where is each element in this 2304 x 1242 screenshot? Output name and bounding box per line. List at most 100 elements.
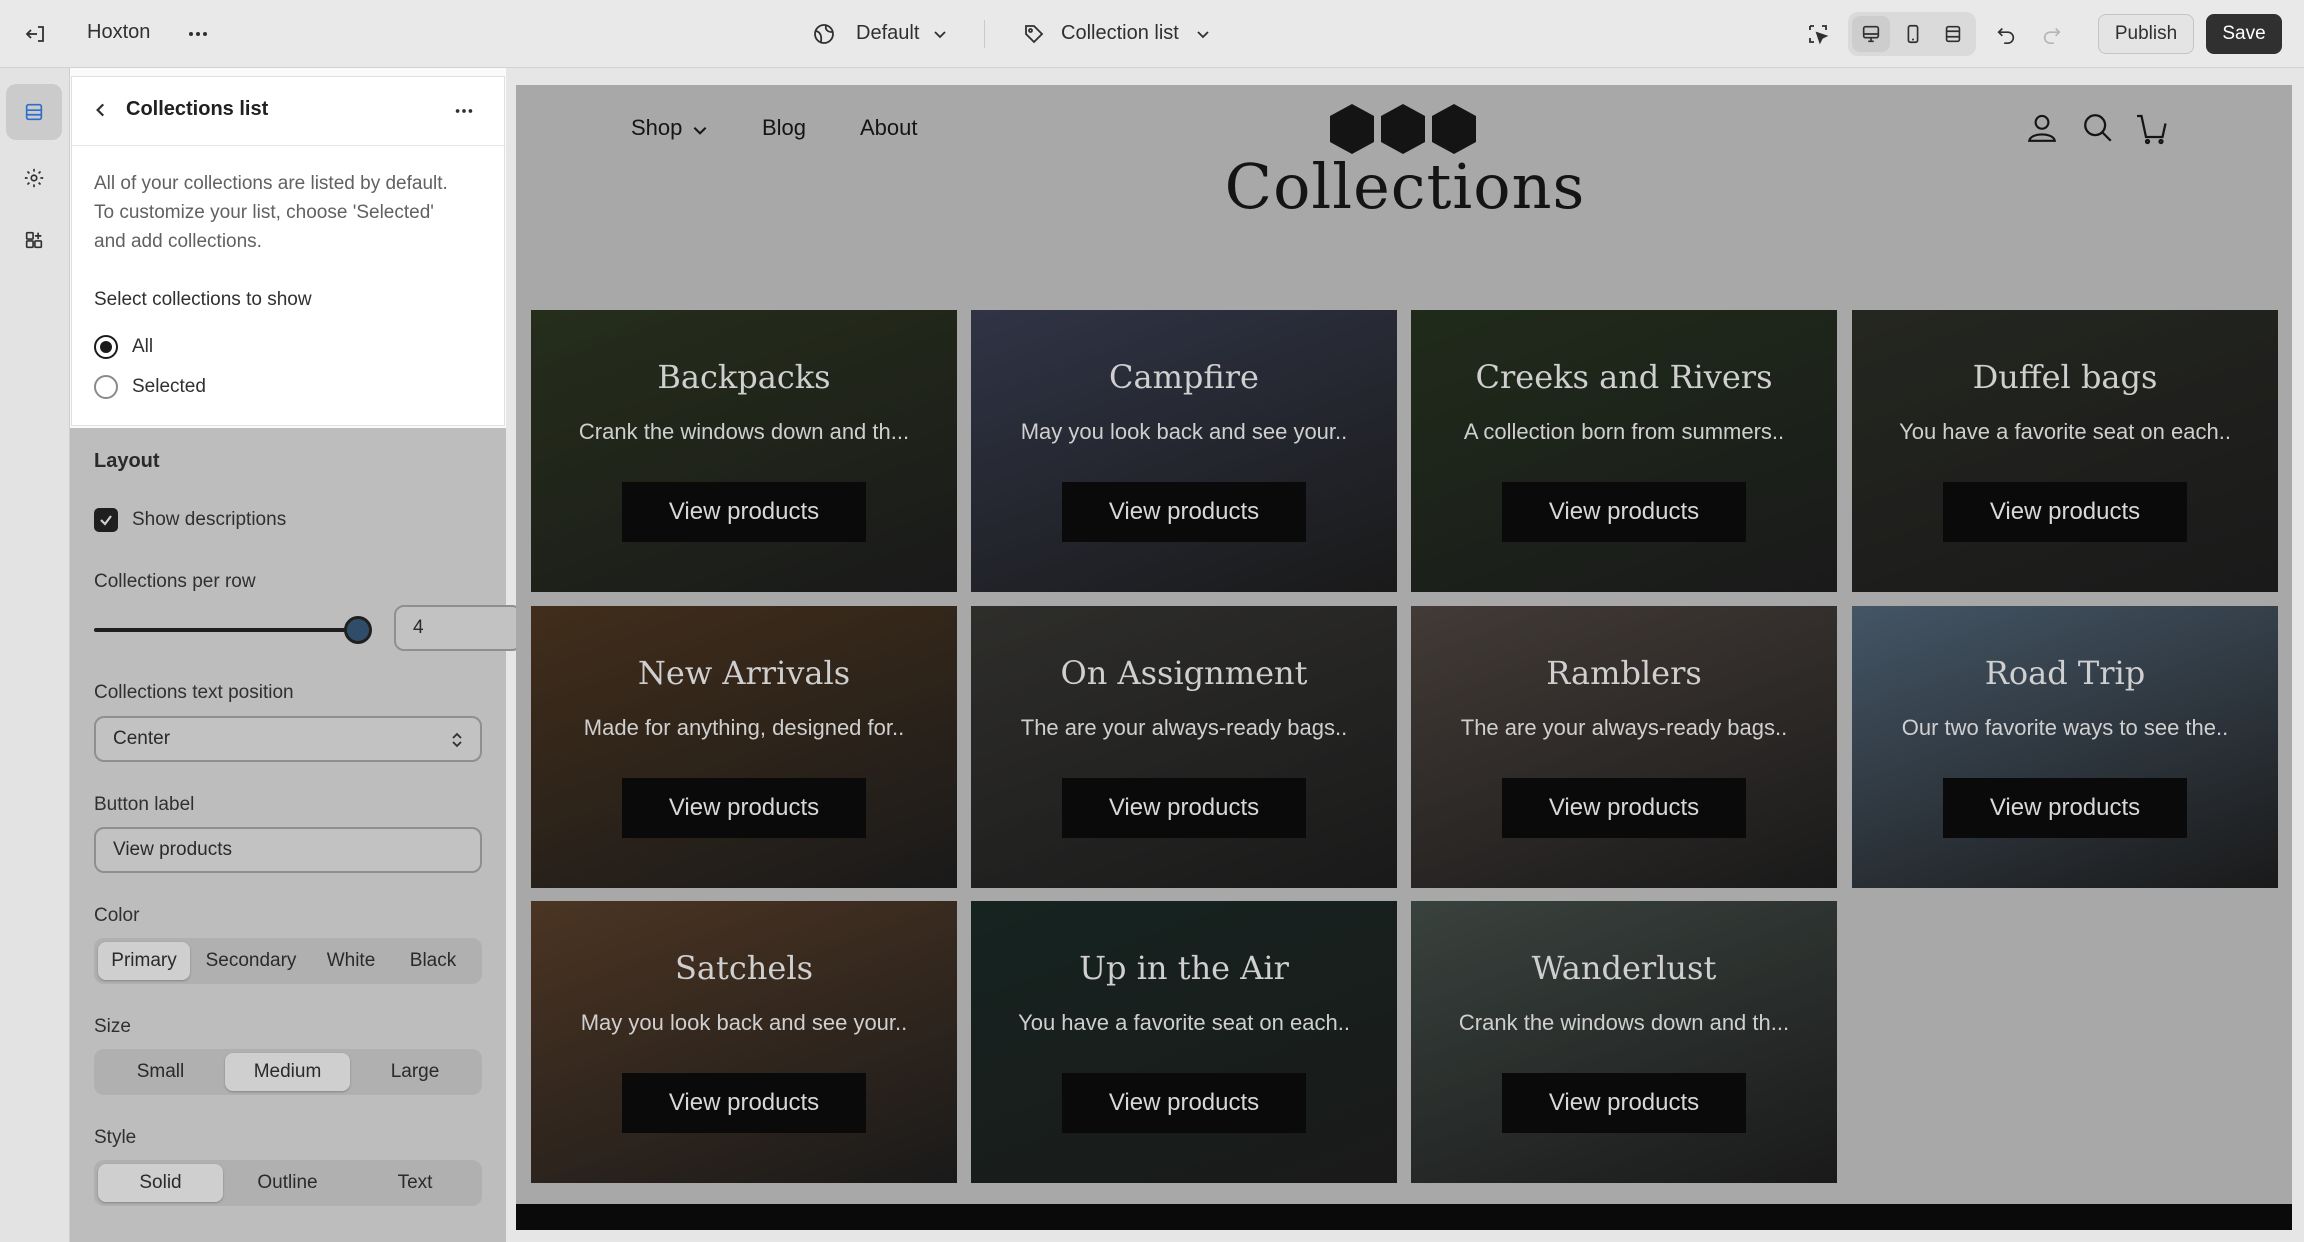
panel-title: Collections list [126, 98, 269, 120]
radio-all[interactable] [94, 335, 118, 359]
divider [72, 145, 506, 146]
mobile-view-icon[interactable] [1894, 16, 1932, 52]
store-name: Hoxton [87, 21, 151, 43]
theme-globe-icon[interactable] [808, 18, 840, 50]
style-option-outline[interactable]: Outline [225, 1164, 350, 1202]
per-row-slider-track[interactable] [94, 628, 358, 632]
view-products-button[interactable]: View products [622, 778, 866, 838]
style-segmented-control: Solid Outline Text [94, 1160, 482, 1206]
size-option-large[interactable]: Large [352, 1053, 478, 1091]
radio-selected[interactable] [94, 375, 118, 399]
view-products-button[interactable]: View products [1062, 1073, 1306, 1133]
view-products-button[interactable]: View products [1062, 482, 1306, 542]
show-descriptions-checkbox[interactable] [94, 508, 118, 532]
collection-card[interactable]: Campfire May you look back and see your..… [971, 310, 1397, 592]
sections-icon[interactable] [6, 84, 62, 140]
more-options-icon[interactable] [180, 16, 216, 52]
collection-description: Made for anything, designed for.. [583, 715, 905, 740]
chevron-down-icon[interactable] [928, 22, 952, 46]
text-position-select[interactable]: Center [94, 716, 482, 762]
collection-title: Wanderlust [1531, 949, 1717, 987]
image-overlay [1411, 310, 1837, 592]
fullwidth-view-icon[interactable] [1934, 16, 1972, 52]
inspector-icon[interactable] [1800, 16, 1836, 52]
view-products-button[interactable]: View products [622, 1073, 866, 1133]
collection-card[interactable]: New Arrivals Made for anything, designed … [531, 606, 957, 888]
radio-selected-label: Selected [132, 376, 206, 397]
desktop-view-icon[interactable] [1852, 16, 1890, 52]
chevron-down-icon[interactable] [1191, 22, 1215, 46]
button-label-label: Button label [94, 794, 195, 815]
size-option-medium[interactable]: Medium [225, 1053, 350, 1091]
select-collections-label: Select collections to show [94, 289, 312, 310]
chevron-down-icon[interactable] [688, 118, 712, 142]
collection-title: Campfire [1109, 358, 1259, 396]
collection-title: On Assignment [1060, 654, 1308, 692]
view-products-button[interactable]: View products [1062, 778, 1306, 838]
color-option-white[interactable]: White [312, 942, 390, 980]
style-option-text[interactable]: Text [352, 1164, 478, 1202]
select-chevrons-icon [448, 730, 466, 750]
account-icon[interactable] [2022, 108, 2062, 148]
image-overlay [531, 606, 957, 888]
help-text-line-1: All of your collections are listed by de… [94, 173, 448, 194]
collection-description: Crank the windows down and th... [578, 419, 910, 444]
exit-icon[interactable] [18, 16, 54, 52]
more-options-icon[interactable] [446, 93, 482, 129]
nav-blog[interactable]: Blog [762, 115, 806, 141]
style-option-solid[interactable]: Solid [98, 1164, 223, 1202]
collection-card[interactable]: Duffel bags You have a favorite seat on e… [1852, 310, 2278, 592]
nav-shop[interactable]: Shop [631, 115, 682, 141]
collection-card[interactable]: On Assignment The are your always-ready b… [971, 606, 1397, 888]
button-label-input[interactable]: View products [94, 827, 482, 873]
view-products-button[interactable]: View products [1502, 778, 1746, 838]
search-icon[interactable] [2078, 108, 2118, 148]
collection-card[interactable]: Wanderlust Crank the windows down and th.… [1411, 901, 1837, 1183]
image-overlay [1411, 606, 1837, 888]
per-row-input[interactable]: 4 [394, 605, 522, 651]
collection-card[interactable]: Road Trip Our two favorite ways to see th… [1852, 606, 2278, 888]
collection-card[interactable]: Up in the Air You have a favorite seat on… [971, 901, 1397, 1183]
collection-title: Road Trip [1984, 654, 2146, 692]
view-products-button[interactable]: View products [1502, 1073, 1746, 1133]
collection-description: You have a favorite seat on each.. [1018, 1010, 1350, 1035]
collection-card[interactable]: Satchels May you look back and see your..… [531, 901, 957, 1183]
image-overlay [971, 606, 1397, 888]
back-arrow-icon[interactable] [86, 95, 116, 125]
color-option-secondary[interactable]: Secondary [192, 942, 310, 980]
template-selector[interactable]: Collection list [1061, 22, 1179, 45]
theme-selector[interactable]: Default [856, 22, 919, 45]
collection-title: Duffel bags [1972, 358, 2158, 396]
page-title: Collections [1224, 150, 1586, 223]
collection-title: Creeks and Rivers [1475, 358, 1773, 396]
apps-icon[interactable] [14, 220, 54, 260]
view-products-button[interactable]: View products [1943, 778, 2187, 838]
collection-title: Satchels [675, 949, 813, 987]
tag-icon[interactable] [1018, 18, 1050, 50]
collection-card[interactable]: Ramblers The are your always-ready bags..… [1411, 606, 1837, 888]
text-position-value: Center [113, 728, 171, 749]
collection-description: You have a favorite seat on each.. [1899, 419, 2231, 444]
show-descriptions-label: Show descriptions [132, 509, 287, 530]
color-option-black[interactable]: Black [392, 942, 474, 980]
cart-icon[interactable] [2132, 108, 2172, 148]
publish-button[interactable]: Publish [2098, 14, 2194, 54]
layout-heading: Layout [94, 450, 160, 472]
per-row-slider-thumb[interactable] [344, 616, 372, 644]
view-products-button[interactable]: View products [622, 482, 866, 542]
save-button[interactable]: Save [2206, 14, 2282, 54]
collection-card[interactable]: Backpacks Crank the windows down and th..… [531, 310, 957, 592]
collection-title: Up in the Air [1079, 949, 1289, 987]
color-option-primary[interactable]: Primary [98, 942, 190, 980]
undo-icon[interactable] [1988, 16, 2024, 52]
collection-title: New Arrivals [637, 654, 851, 692]
nav-about[interactable]: About [860, 115, 918, 141]
redo-icon[interactable] [2034, 16, 2070, 52]
view-products-button[interactable]: View products [1502, 482, 1746, 542]
size-option-small[interactable]: Small [98, 1053, 223, 1091]
settings-gear-icon[interactable] [14, 158, 54, 198]
per-row-label: Collections per row [94, 571, 256, 592]
top-bar: Hoxton Default Collection list Publish S… [0, 0, 2304, 68]
collection-card[interactable]: Creeks and Rivers A collection born from … [1411, 310, 1837, 592]
view-products-button[interactable]: View products [1943, 482, 2187, 542]
